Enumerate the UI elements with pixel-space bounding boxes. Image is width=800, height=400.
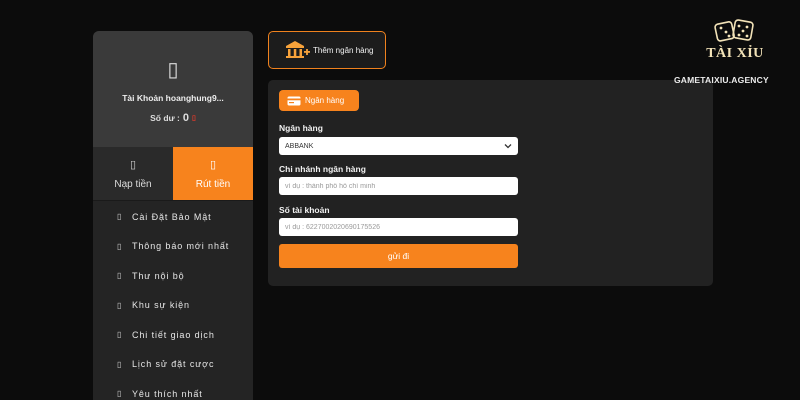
gift-icon: ▯ bbox=[117, 300, 123, 310]
menu-item-label: Khu sự kiện bbox=[132, 300, 190, 311]
menu-item-label: Cài Đặt Bảo Mật bbox=[132, 211, 212, 222]
lock-icon: ▯ bbox=[117, 212, 123, 222]
menu-item-transactions[interactable]: ▯ Chi tiết giao dịch bbox=[93, 320, 253, 350]
add-bank-button[interactable]: Thêm ngân hàng bbox=[268, 31, 386, 69]
branch-label: Chi nhánh ngân hàng bbox=[279, 164, 366, 174]
sidebar: ▯ Tài Khoản hoanghung9... Số dư : 0 ▯ ▯ … bbox=[93, 31, 253, 400]
bank-select-label: Ngân hàng bbox=[279, 123, 323, 133]
tab-deposit[interactable]: ▯ Nạp tiền bbox=[93, 147, 173, 200]
balance-label: Số dư : bbox=[150, 113, 180, 123]
submit-button[interactable]: gửi đi bbox=[279, 244, 518, 268]
refresh-icon[interactable]: ▯ bbox=[192, 114, 196, 122]
withdraw-panel: Ngân hàng Ngân hàng ABBANK Chi nhánh ngâ… bbox=[268, 80, 713, 286]
tab-deposit-label: Nạp tiền bbox=[114, 178, 152, 190]
menu-item-events[interactable]: ▯ Khu sự kiện bbox=[93, 291, 253, 321]
bank-select[interactable]: ABBANK bbox=[279, 137, 518, 155]
deposit-icon: ▯ bbox=[129, 158, 137, 171]
menu-item-notifications[interactable]: ▯ Thông báo mới nhất bbox=[93, 232, 253, 262]
menu-item-label: Thư nội bộ bbox=[132, 270, 185, 281]
tab-withdraw[interactable]: ▯ Rút tiền bbox=[173, 147, 253, 200]
account-card: ▯ Tài Khoản hoanghung9... Số dư : 0 ▯ bbox=[93, 31, 253, 147]
account-number-label: Số tài khoản bbox=[279, 205, 330, 215]
menu-item-security[interactable]: ▯ Cài Đặt Bảo Mật bbox=[93, 202, 253, 232]
mail-icon: ▯ bbox=[117, 271, 123, 281]
bank-tab-pill[interactable]: Ngân hàng bbox=[279, 90, 359, 111]
branch-input[interactable] bbox=[279, 177, 518, 195]
logo-title: TÀI XỈU bbox=[706, 46, 764, 61]
menu-item-label: Lịch sử đặt cược bbox=[132, 359, 215, 370]
card-icon bbox=[287, 96, 301, 105]
chevron-down-icon bbox=[504, 144, 512, 149]
bank-tab-label: Ngân hàng bbox=[305, 96, 345, 105]
sidebar-menu: ▯ Cài Đặt Bảo Mật ▯ Thông báo mới nhất ▯ Th… bbox=[93, 201, 253, 400]
menu-item-inbox[interactable]: ▯ Thư nội bộ bbox=[93, 261, 253, 291]
heart-icon: ▯ bbox=[117, 389, 123, 399]
account-balance: Số dư : 0 ▯ bbox=[150, 112, 196, 124]
menu-item-label: Yêu thích nhất bbox=[132, 388, 203, 399]
menu-item-label: Chi tiết giao dịch bbox=[132, 329, 215, 340]
user-icon: ▯ bbox=[167, 59, 179, 81]
add-bank-label: Thêm ngân hàng bbox=[313, 45, 374, 55]
site-logo[interactable]: TÀI XỈU GAMETAIXIU.AGENCY bbox=[670, 18, 800, 88]
balance-value: 0 bbox=[182, 112, 190, 124]
history-icon: ▯ bbox=[117, 359, 123, 369]
tab-withdraw-label: Rút tiền bbox=[195, 178, 231, 190]
menu-item-label: Thông báo mới nhất bbox=[132, 241, 230, 252]
account-name: Tài Khoản hoanghung9... bbox=[122, 93, 224, 103]
account-number-input[interactable] bbox=[279, 218, 518, 236]
wallet-tabs: ▯ Nạp tiền ▯ Rút tiền bbox=[93, 147, 253, 201]
bank-add-icon bbox=[286, 41, 310, 58]
bank-select-value: ABBANK bbox=[285, 142, 314, 150]
dice-icon bbox=[714, 19, 754, 42]
menu-item-bet-history[interactable]: ▯ Lịch sử đặt cược bbox=[93, 350, 253, 380]
logo-subtitle: GAMETAIXIU.AGENCY bbox=[674, 75, 769, 85]
bell-icon: ▯ bbox=[117, 241, 123, 251]
menu-item-favorites[interactable]: ▯ Yêu thích nhất bbox=[93, 379, 253, 400]
withdraw-icon: ▯ bbox=[209, 158, 217, 171]
list-icon: ▯ bbox=[117, 330, 123, 340]
